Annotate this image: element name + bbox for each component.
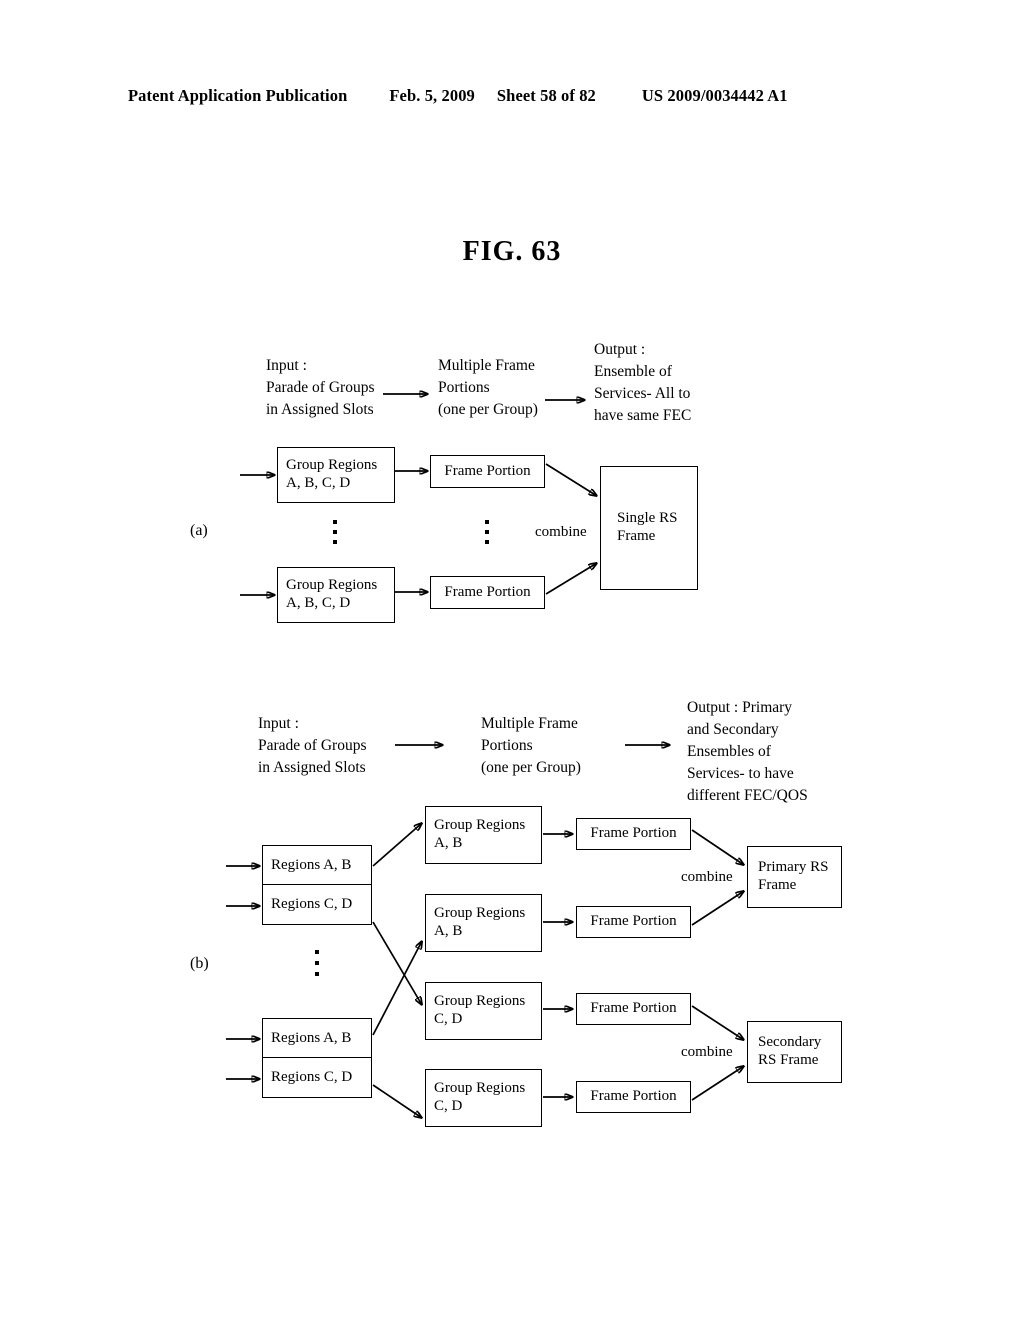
box-line: Group Regions — [286, 457, 378, 474]
box-line: Secondary — [758, 1034, 822, 1051]
box-line: Group Regions — [434, 1080, 526, 1097]
diagram-b-regions-ab-row-2: Regions A, B — [263, 1019, 371, 1058]
box-line: C, D — [434, 1098, 463, 1114]
header-publication-text: Patent Application Publication — [128, 86, 348, 105]
diagram-b-combine-label-1: combine — [681, 869, 733, 885]
diagram-a-ellipsis-left — [332, 520, 337, 544]
diagram-a-group-regions-box-2: Group Regions A, B, C, D — [277, 567, 395, 623]
diagram-b-frame-portion-box-4: Frame Portion — [576, 1081, 691, 1113]
box-line: C, D — [434, 1011, 463, 1027]
caption-line: (one per Group) — [481, 759, 581, 776]
box-line: Frame Portion — [590, 1088, 677, 1105]
combine-arrow-a-1 — [545, 463, 597, 496]
combine-arrow-b-2 — [691, 891, 744, 926]
box-line: Single RS — [617, 510, 678, 527]
caption-line: Services- to have — [687, 765, 794, 782]
diagram-b-ellipsis-left — [314, 950, 319, 976]
combine-arrow-b-1 — [691, 829, 744, 865]
caption-line: Portions — [481, 737, 533, 754]
diagram-a-middle-caption: Multiple Frame Portions (one per Group) — [438, 355, 538, 421]
box-line: A, B — [434, 835, 463, 851]
diagram-b-primary-rs-frame-box: Primary RS Frame — [747, 846, 842, 908]
caption-line: Output : — [594, 341, 646, 358]
diagram-b-frame-portion-box-3: Frame Portion — [576, 993, 691, 1025]
diagram-b-frame-portion-box-2: Frame Portion — [576, 906, 691, 938]
caption-line: in Assigned Slots — [266, 401, 374, 418]
caption-line: different FEC/QOS — [687, 787, 808, 804]
header-patent-number: US 2009/0034442 A1 — [641, 86, 788, 105]
diagram-b-group-regions-box-2: Group Regions A, B — [425, 894, 542, 952]
box-line: Frame Portion — [444, 583, 531, 600]
box-line: Frame — [758, 877, 797, 893]
box-line: A, B, C, D — [286, 595, 351, 611]
box-line: Group Regions — [434, 817, 526, 834]
box-line: A, B, C, D — [286, 475, 351, 491]
diagram-b-label: (b) — [190, 955, 209, 972]
caption-line: Output : Primary — [687, 699, 793, 716]
caption-line: Ensemble of — [594, 363, 672, 380]
diagram-b-regions-cd-row-1: Regions C, D — [271, 896, 353, 912]
box-line: Frame Portion — [590, 913, 677, 930]
fan-arrow-b-3 — [372, 941, 422, 1036]
fan-arrow-b-1 — [372, 823, 422, 867]
combine-arrow-a-2 — [545, 563, 597, 595]
caption-line: (one per Group) — [438, 401, 538, 418]
caption-line: Ensembles of — [687, 743, 771, 760]
diagram-a-label: (a) — [190, 522, 208, 539]
diagram-a-single-rs-frame-box: Single RS Frame — [600, 466, 698, 590]
diagram-b-secondary-rs-frame-box: Secondary RS Frame — [747, 1021, 842, 1083]
combine-arrow-b-3 — [691, 1005, 744, 1040]
diagram-a-frame-portion-box-1: Frame Portion — [430, 455, 545, 488]
diagram-a-frame-portion-box-2: Frame Portion — [430, 576, 545, 609]
caption-line: Multiple Frame — [438, 357, 535, 374]
box-line: Frame — [617, 528, 656, 544]
combine-arrow-b-4 — [691, 1066, 744, 1101]
caption-line: Parade of Groups — [258, 737, 367, 754]
box-line: RS Frame — [758, 1052, 819, 1068]
caption-line: have same FEC — [594, 407, 692, 424]
box-line: Frame Portion — [590, 825, 677, 842]
box-line: Frame Portion — [590, 1000, 677, 1017]
caption-line: in Assigned Slots — [258, 759, 366, 776]
diagram-b-output-caption: Output : Primary and Secondary Ensembles… — [687, 697, 808, 807]
diagram-b-input-caption: Input : Parade of Groups in Assigned Slo… — [258, 713, 366, 779]
caption-line: Input : — [266, 357, 307, 374]
diagram-b-regions-stack-2: Regions A, B Regions C, D — [262, 1018, 372, 1098]
diagram-b-combine-label-2: combine — [681, 1044, 733, 1060]
caption-line: Input : — [258, 715, 299, 732]
box-line: Group Regions — [434, 993, 526, 1010]
diagram-b-frame-portion-box-1: Frame Portion — [576, 818, 691, 850]
fan-arrow-b-4 — [372, 1084, 422, 1118]
diagram-a-input-caption: Input : Parade of Groups in Assigned Slo… — [266, 355, 374, 421]
caption-line: Services- All to — [594, 385, 691, 402]
caption-line: Parade of Groups — [266, 379, 375, 396]
diagram-a-ellipsis-middle — [484, 520, 489, 544]
diagram-b-regions-stack-1: Regions A, B Regions C, D — [262, 845, 372, 925]
diagram-a-output-caption: Output : Ensemble of Services- All to ha… — [594, 339, 691, 427]
caption-line: Portions — [438, 379, 490, 396]
patent-figure-page: Patent Application Publication Feb. 5, 2… — [0, 0, 1024, 1320]
box-line: Group Regions — [434, 905, 526, 922]
diagram-b-group-regions-box-1: Group Regions A, B — [425, 806, 542, 864]
fan-arrow-b-2 — [372, 921, 422, 1005]
caption-line: Multiple Frame — [481, 715, 578, 732]
box-line: Group Regions — [286, 577, 378, 594]
publication-header: Patent Application Publication Feb. 5, 2… — [128, 86, 896, 112]
figure-title: FIG. 63 — [462, 236, 562, 267]
box-line: A, B — [434, 923, 463, 939]
diagram-b-middle-caption: Multiple Frame Portions (one per Group) — [481, 713, 581, 779]
diagram-b-regions-cd-row-2: Regions C, D — [271, 1069, 353, 1085]
diagram-b-group-regions-box-4: Group Regions C, D — [425, 1069, 542, 1127]
diagram-b-group-regions-box-3: Group Regions C, D — [425, 982, 542, 1040]
header-sheet-text: Sheet 58 of 82 — [496, 86, 596, 105]
header-date-text: Feb. 5, 2009 — [389, 86, 475, 105]
box-line: Frame Portion — [444, 462, 531, 479]
diagram-a-combine-label: combine — [535, 524, 587, 540]
diagram-a-group-regions-box-1: Group Regions A, B, C, D — [277, 447, 395, 503]
box-line: Primary RS — [758, 859, 829, 876]
diagram-b-regions-ab-row-1: Regions A, B — [263, 846, 371, 885]
caption-line: and Secondary — [687, 721, 779, 738]
